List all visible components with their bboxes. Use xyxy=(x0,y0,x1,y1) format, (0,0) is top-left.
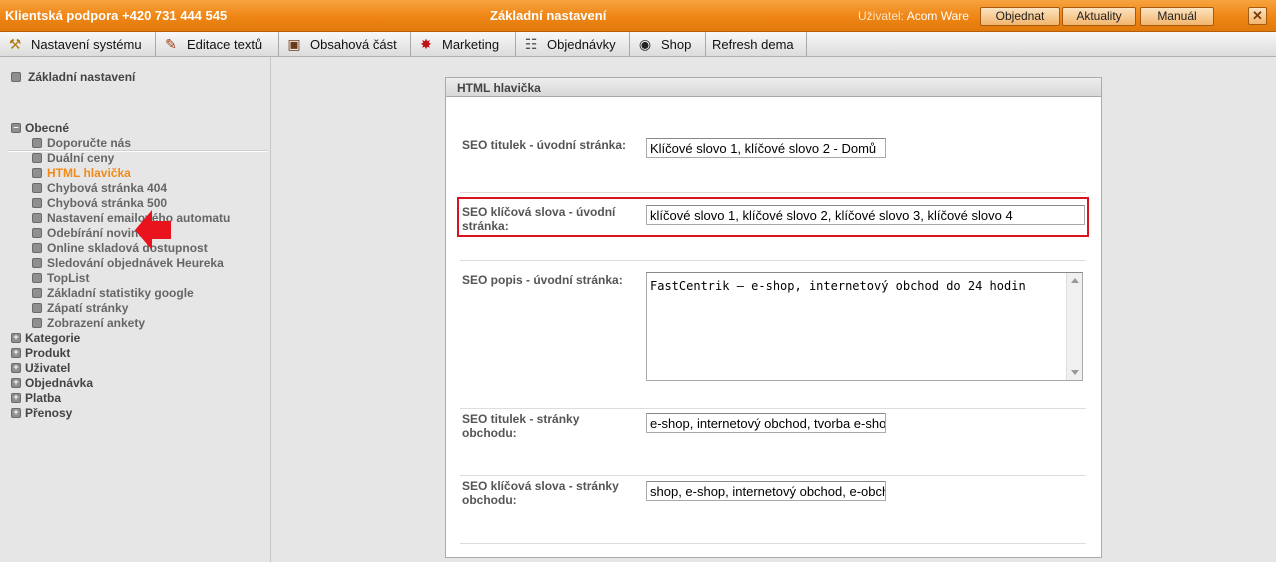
divider xyxy=(460,192,1086,193)
scroll-up-icon[interactable] xyxy=(1071,278,1079,283)
manual-button[interactable]: Manuál xyxy=(1140,7,1214,26)
bullet-icon xyxy=(32,288,42,298)
menu-label: Shop xyxy=(661,36,692,52)
order-button[interactable]: Objednat xyxy=(980,7,1060,26)
sidebar-item-zakladni-nastaveni[interactable]: Základní nastavení xyxy=(28,70,135,84)
bullet-icon xyxy=(32,153,42,163)
collapse-icon[interactable]: – xyxy=(11,123,21,133)
seo-title-shop-label: SEO titulek - stránky obchodu: xyxy=(462,412,580,440)
sidebar-group[interactable]: Kategorie xyxy=(25,331,80,345)
sidebar-item[interactable]: Doporučte nás xyxy=(47,136,131,150)
page-title: Základní nastavení xyxy=(490,8,607,23)
menu-content[interactable]: ▣ Obsahová část xyxy=(279,32,411,56)
sidebar-item[interactable]: Duální ceny xyxy=(47,151,114,165)
divider xyxy=(460,260,1086,261)
sidebar-item[interactable]: Sledování objednávek Heureka xyxy=(47,256,224,270)
bullet-icon xyxy=(11,72,21,82)
menu-shop[interactable]: ◉ Shop xyxy=(630,32,706,56)
bullet-icon xyxy=(32,258,42,268)
sidebar-group[interactable]: Produkt xyxy=(25,346,70,360)
expand-icon[interactable]: + xyxy=(11,393,21,403)
bullet-icon xyxy=(32,228,42,238)
sidebar-group[interactable]: Platba xyxy=(25,391,61,405)
panel-header: HTML hlavička xyxy=(446,78,1101,97)
content-icon: ▣ xyxy=(287,36,301,52)
sidebar-item[interactable]: Chybová stránka 404 xyxy=(47,181,167,195)
menu-orders[interactable]: ☷ Objednávky xyxy=(516,32,630,56)
bullet-icon xyxy=(32,303,42,313)
seo-description-home-textarea[interactable]: FastCentrik – e-shop, internetový obchod… xyxy=(646,272,1083,381)
bullet-icon xyxy=(32,273,42,283)
menu-refresh-demo[interactable]: Refresh dema xyxy=(706,32,807,56)
news-button[interactable]: Aktuality xyxy=(1062,7,1136,26)
panel-title: HTML hlavička xyxy=(457,81,541,95)
scroll-down-icon[interactable] xyxy=(1071,370,1079,375)
expand-icon[interactable]: + xyxy=(11,408,21,418)
menu-label: Editace textů xyxy=(187,36,263,52)
sidebar: Základní nastavení – Obecné Doporučte ná… xyxy=(0,57,271,562)
divider xyxy=(460,543,1086,544)
seo-title-shop-input[interactable]: e-shop, internetový obchod, tvorba e-sho… xyxy=(646,413,886,433)
sidebar-group[interactable]: Objednávka xyxy=(25,376,93,390)
sidebar-group[interactable]: Uživatel xyxy=(25,361,70,375)
textarea-value: FastCentrik – e-shop, internetový obchod… xyxy=(650,279,1026,293)
divider xyxy=(460,408,1086,409)
close-icon: ✕ xyxy=(1252,8,1263,23)
sidebar-item[interactable]: TopList xyxy=(47,271,89,285)
star-icon: ✸ xyxy=(420,36,432,52)
user-name: Acom Ware xyxy=(906,9,969,23)
tools-icon: ⚒ xyxy=(8,36,22,52)
bullet-icon xyxy=(32,168,42,178)
sidebar-group[interactable]: Přenosy xyxy=(25,406,72,420)
orders-icon: ☷ xyxy=(524,36,538,52)
seo-keywords-shop-input[interactable]: shop, e-shop, internetový obchod, e-obch… xyxy=(646,481,886,501)
sidebar-item[interactable]: Základní statistiky google xyxy=(47,286,194,300)
seo-keywords-home-label: SEO klíčová slova - úvodní stránka: xyxy=(462,205,616,233)
expand-icon[interactable]: + xyxy=(11,348,21,358)
expand-icon[interactable]: + xyxy=(11,378,21,388)
menu-label: Objednávky xyxy=(547,36,616,52)
sidebar-group-obecne[interactable]: Obecné xyxy=(25,121,69,135)
bullet-icon xyxy=(32,183,42,193)
edit-text-icon: ✎ xyxy=(165,36,177,52)
expand-icon[interactable]: + xyxy=(11,363,21,373)
bullet-icon xyxy=(32,243,42,253)
seo-keywords-home-input[interactable]: klíčové slovo 1, klíčové slovo 2, klíčov… xyxy=(646,205,1085,225)
eye-icon: ◉ xyxy=(638,36,652,52)
menu-label: Marketing xyxy=(442,36,500,52)
sidebar-item[interactable]: Online skladová dostupnost xyxy=(47,241,208,255)
menu-marketing[interactable]: ✸ Marketing xyxy=(411,32,516,56)
user-info: Uživatel: Acom Ware xyxy=(858,9,969,23)
menu-label: Nastavení systému xyxy=(31,36,142,52)
seo-title-home-label: SEO titulek - úvodní stránka: xyxy=(462,138,627,152)
sidebar-item[interactable]: Zobrazení ankety xyxy=(47,316,145,330)
sidebar-item[interactable]: Zápatí stránky xyxy=(47,301,128,315)
bullet-icon xyxy=(32,213,42,223)
expand-icon[interactable]: + xyxy=(11,333,21,343)
scrollbar[interactable] xyxy=(1066,273,1082,380)
menu-label: Obsahová část xyxy=(310,36,397,52)
bullet-icon xyxy=(32,198,42,208)
close-button[interactable]: ✕ xyxy=(1248,7,1267,25)
menu-text-editing[interactable]: ✎ Editace textů xyxy=(156,32,279,56)
seo-description-home-label: SEO popis - úvodní stránka: xyxy=(462,273,623,287)
seo-title-home-input[interactable]: Klíčové slovo 1, klíčové slovo 2 - Domů xyxy=(646,138,886,158)
sidebar-item-active[interactable]: HTML hlavička xyxy=(47,166,131,180)
bullet-icon xyxy=(32,138,42,148)
user-label: Uživatel: xyxy=(858,9,905,23)
top-bar: Klientská podpora +420 731 444 545 Zákla… xyxy=(0,0,1276,32)
bullet-icon xyxy=(32,318,42,328)
seo-keywords-shop-label: SEO klíčová slova - stránky obchodu: xyxy=(462,479,619,507)
menu-system-settings[interactable]: ⚒ Nastavení systému xyxy=(0,32,156,56)
pointer-arrow-icon xyxy=(135,210,171,249)
main-menu: ⚒ Nastavení systému ✎ Editace textů ▣ Ob… xyxy=(0,32,1276,57)
divider xyxy=(460,475,1086,476)
menu-label: Refresh dema xyxy=(712,36,794,52)
support-phone: Klientská podpora +420 731 444 545 xyxy=(5,8,228,23)
